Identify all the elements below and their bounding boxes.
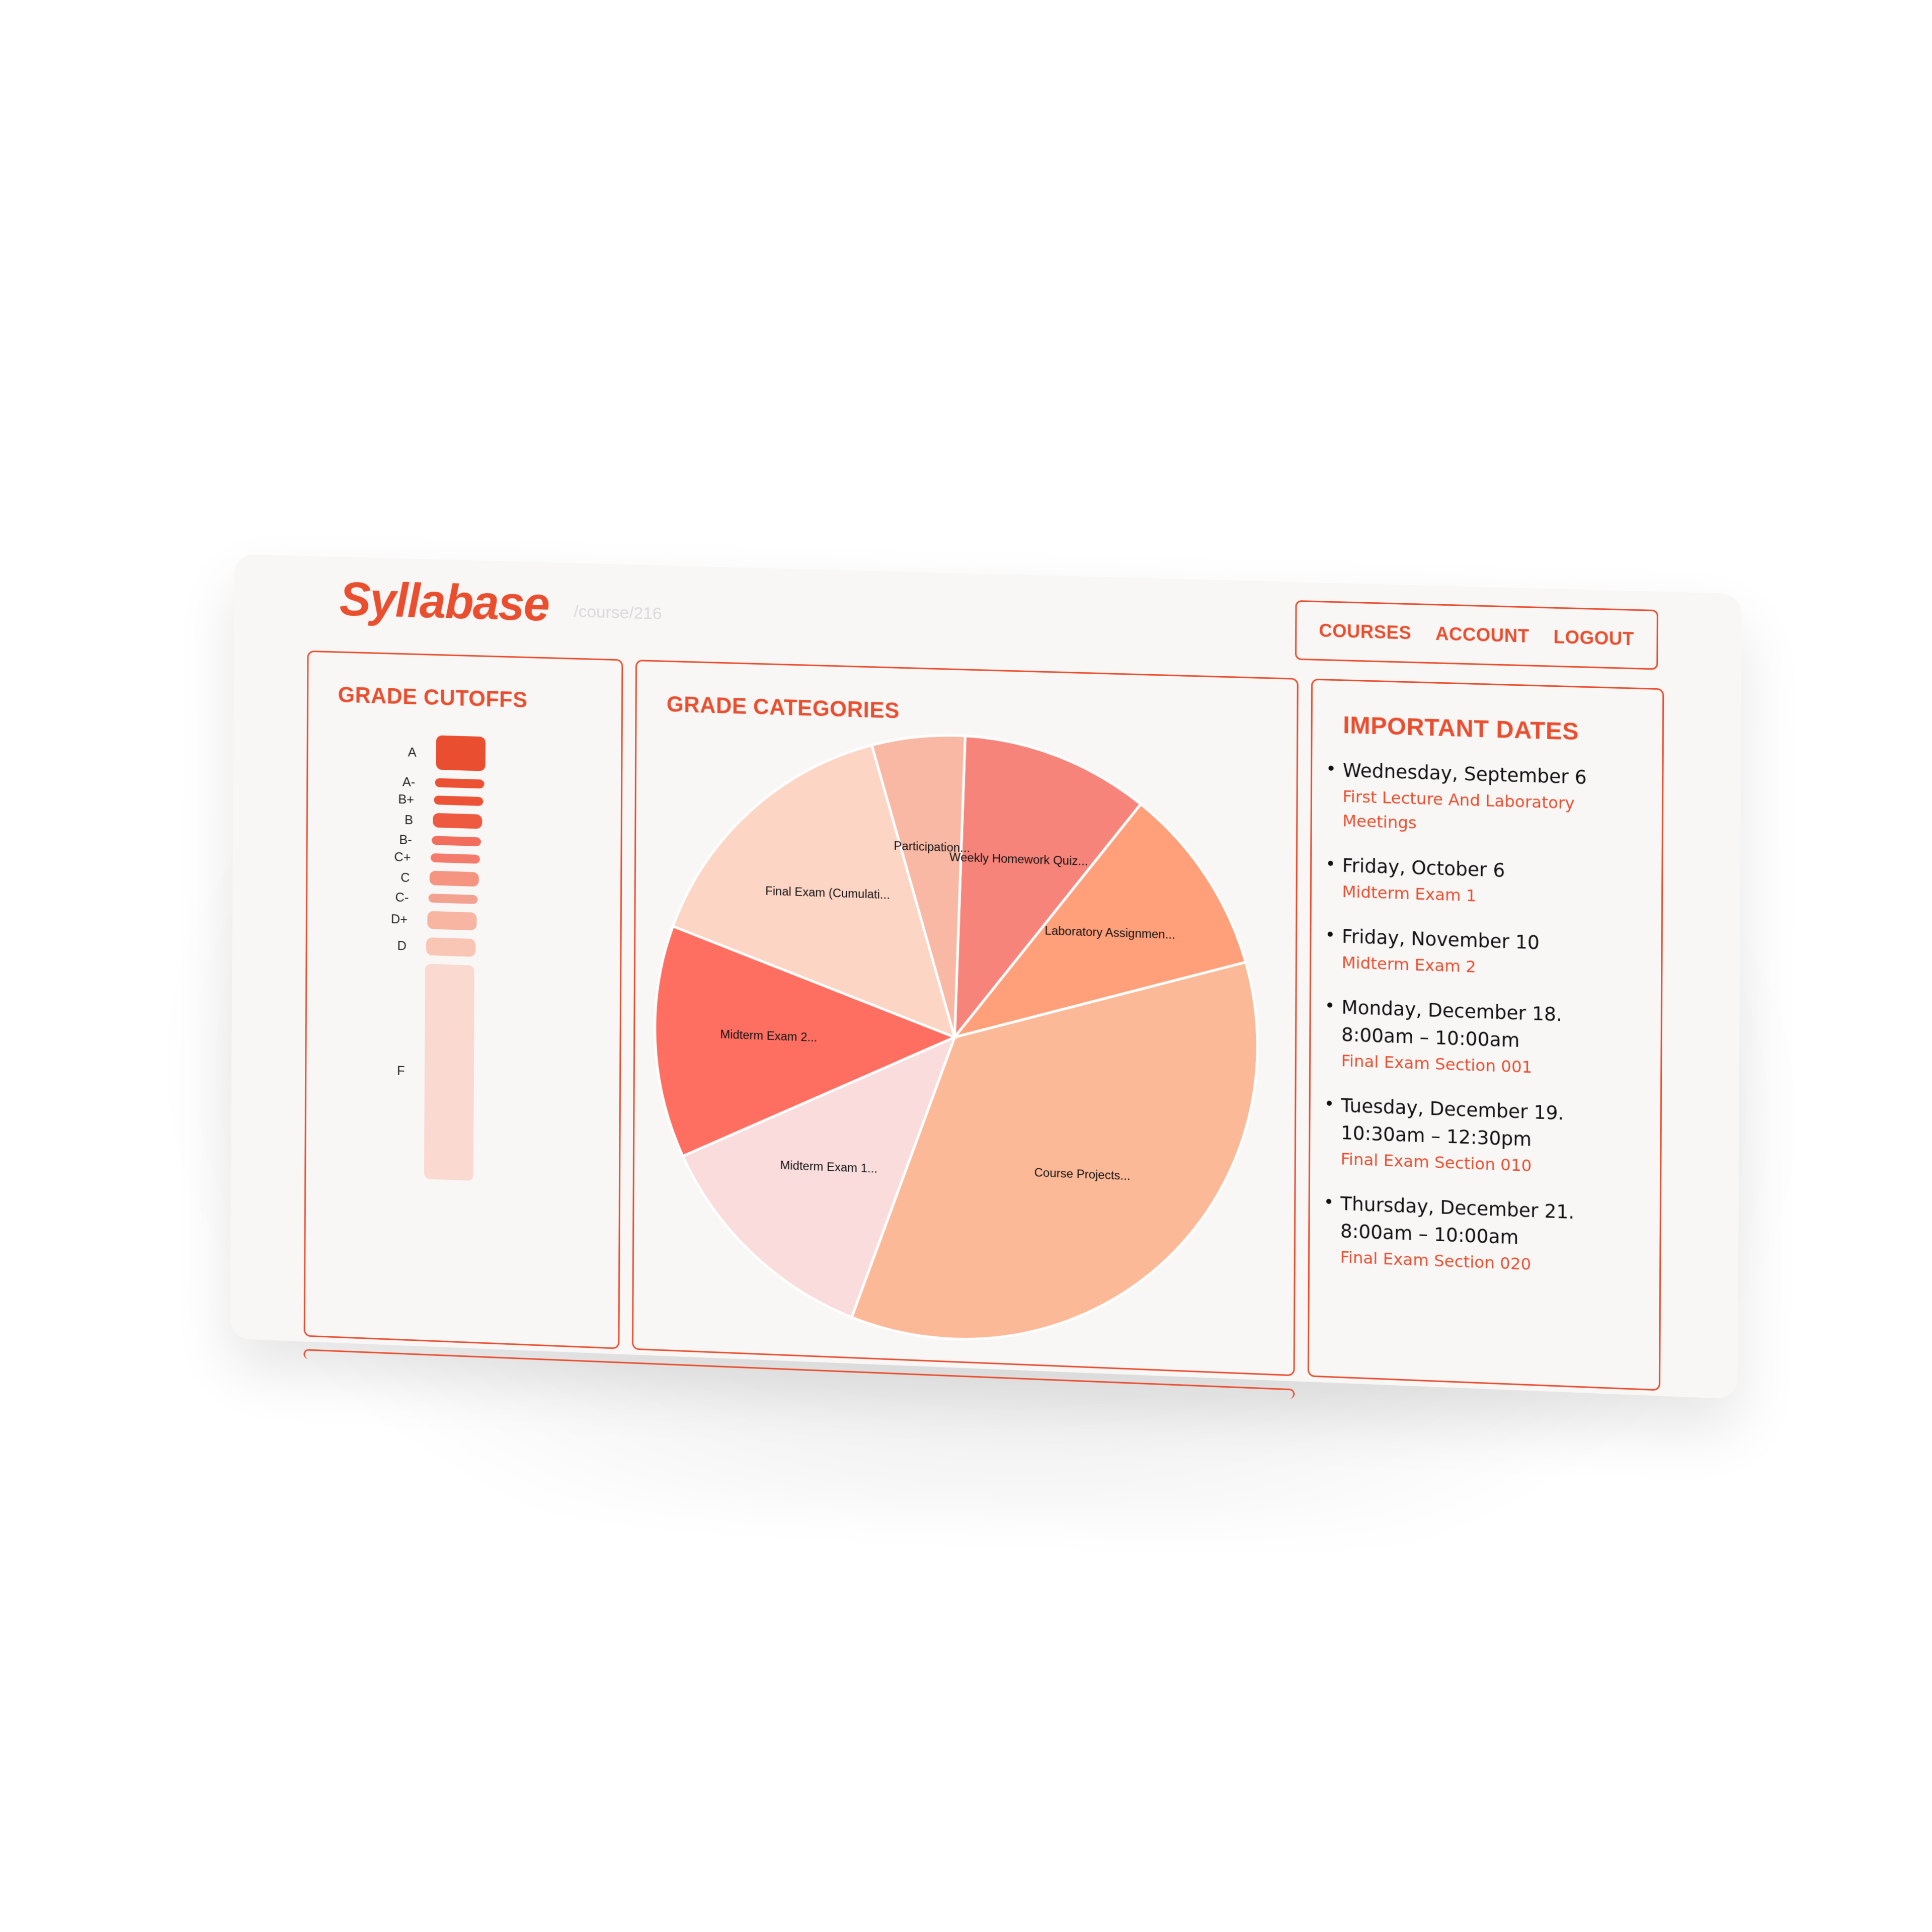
important-dates-panel: IMPORTANT DATES Wednesday, September 6 Fi… [1307, 678, 1664, 1391]
nav-account[interactable]: ACCOUNT [1435, 623, 1530, 647]
app-window: Syllabase /course/216 COURSES ACCOUNT LO… [230, 554, 1742, 1399]
grade-label: C [400, 869, 410, 885]
grade-categories-panel: GRADE CATEGORIES Weekly Homework Quiz...… [631, 660, 1300, 1378]
date-item: Friday, October 6 Midterm Exam 1 [1327, 852, 1644, 914]
date-item: Friday, November 10 Midterm Exam 2 [1326, 922, 1644, 984]
grade-cutoffs-title: GRADE CUTOFFS [338, 682, 528, 713]
nav-logout[interactable]: LOGOUT [1554, 626, 1634, 650]
grade-label: C+ [394, 849, 411, 865]
grade-label: A [408, 744, 417, 760]
top-nav: COURSES ACCOUNT LOGOUT [1295, 600, 1658, 670]
date-item: Wednesday, September 6 First Lecture And … [1327, 756, 1645, 842]
grade-label: B- [399, 832, 412, 847]
pie-label: Participation... [894, 839, 971, 855]
grade-label: C- [395, 889, 409, 905]
event-description: First Lecture And Laboratory Meetings [1342, 786, 1575, 833]
grade-label: A- [402, 774, 416, 790]
important-dates-list: Wednesday, September 6 First Lecture And … [1325, 756, 1645, 1300]
grade-cutoffs-chart: A A- B+ B B- C+ C C- D+ D F [309, 652, 622, 1181]
grade-band-C-plus [430, 853, 480, 864]
grade-band-C-minus [428, 893, 478, 904]
nav-courses[interactable]: COURSES [1319, 620, 1411, 643]
grade-label: B [404, 812, 414, 827]
grade-label: D [397, 937, 407, 953]
breadcrumb-path: /course/216 [574, 602, 662, 623]
grade-label: F [397, 1063, 405, 1078]
date-item: Monday, December 18. 8:00am – 10:00am Fina… [1326, 993, 1643, 1083]
date-item: Tuesday, December 19. 10:30am – 12:30pm Fi… [1325, 1091, 1643, 1182]
grade-categories-pie: Weekly Homework Quiz...Laboratory Assign… [633, 661, 1300, 1378]
grade-band-C [429, 870, 479, 887]
grade-band-F [424, 963, 475, 1181]
grade-band-B-minus [431, 836, 481, 847]
grade-band-D-plus [427, 911, 477, 931]
grade-band-A-minus [435, 778, 485, 789]
important-dates-title: IMPORTANT DATES [1343, 711, 1579, 746]
grade-label: D+ [390, 911, 408, 927]
grade-label: B+ [398, 791, 415, 808]
grade-band-D [426, 937, 476, 957]
date-item: Thursday, December 21. 8:00am – 10:00am Fi… [1325, 1190, 1642, 1281]
stage: Syllabase /course/216 COURSES ACCOUNT LO… [0, 0, 1932, 1932]
grade-band-A [436, 735, 486, 772]
grade-band-B-plus [434, 795, 484, 807]
grade-band-B [433, 813, 482, 829]
logo[interactable]: Syllabase [339, 572, 549, 632]
grade-cutoffs-panel: GRADE CUTOFFS A A- B+ B B- C+ C C- D+ D F [303, 650, 623, 1349]
